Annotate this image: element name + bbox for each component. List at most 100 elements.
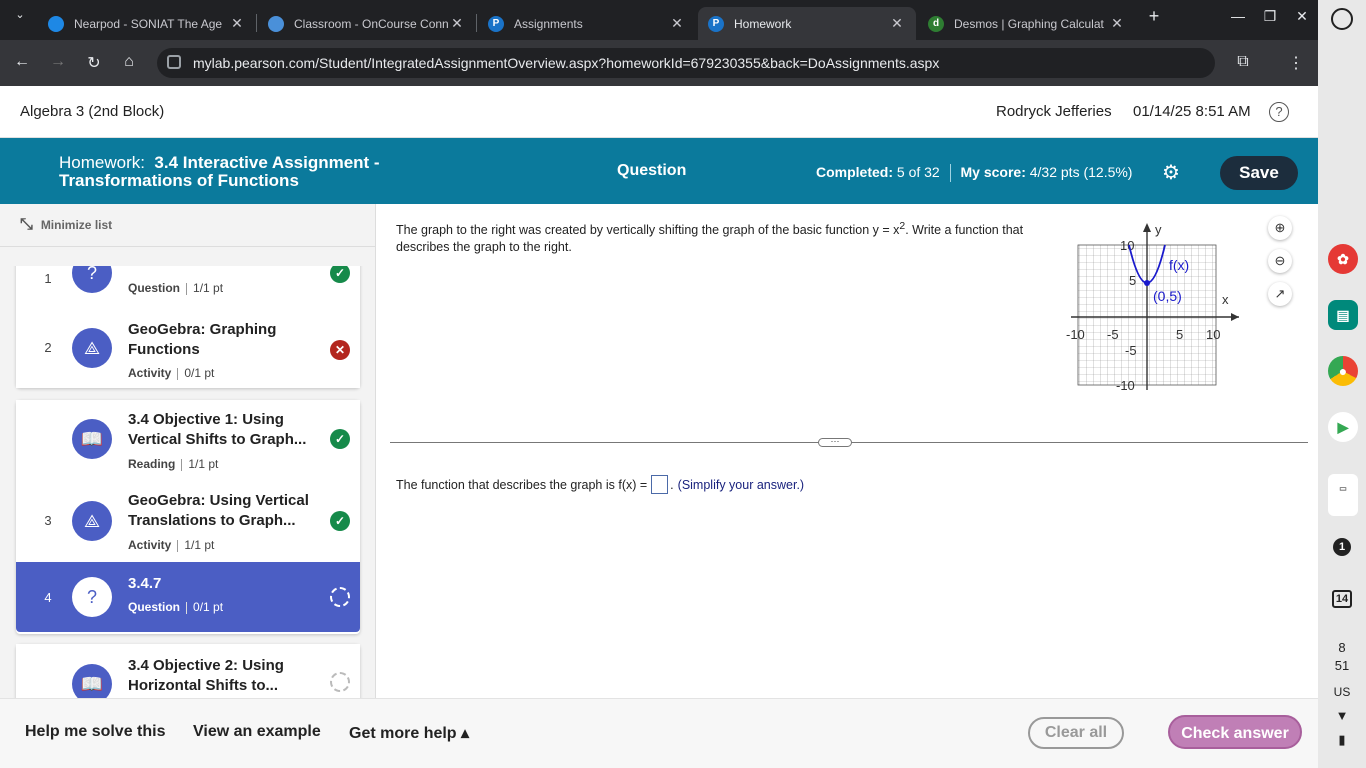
launcher-icon[interactable] <box>1331 8 1353 30</box>
classroom-app-icon[interactable]: ▤ <box>1328 300 1358 330</box>
answer-period: . <box>670 477 674 492</box>
tab-4[interactable]: P Homework ✕ <box>698 7 916 40</box>
new-tab-icon[interactable]: + <box>1142 6 1166 27</box>
desmos-icon: d <box>928 15 944 32</box>
settings-gear-icon[interactable]: ⚙ <box>1162 160 1180 185</box>
homework-prefix: Homework: <box>59 153 145 172</box>
list-item-2[interactable]: 2 ⟁ GeoGebra: Graphing Functions Activit… <box>16 308 360 388</box>
list-item-3[interactable]: 3 ⟁ GeoGebra: Using Vertical Translation… <box>16 481 360 561</box>
play-store-icon[interactable]: ▶ <box>1328 412 1358 442</box>
list-item-1[interactable]: 1 ? Question 1/1 pt ✓ <box>16 266 360 307</box>
score-label: My score: <box>960 164 1026 180</box>
date-time: 01/14/25 8:51 AM <box>1133 103 1251 120</box>
item-number: 3 <box>44 513 52 528</box>
tab-3[interactable]: P Assignments ✕ <box>478 7 696 40</box>
item-meta: Question 0/1 pt <box>128 600 224 614</box>
get-more-help-button[interactable]: Get more help ▴ <box>349 723 469 743</box>
calendar-icon[interactable]: 14 <box>1318 590 1366 608</box>
help-icon[interactable]: ? <box>1269 102 1289 122</box>
tab-title: Nearpod - SONIAT The Age <box>74 16 223 31</box>
tab-1[interactable]: Nearpod - SONIAT The Age ✕ <box>38 7 256 40</box>
item-name: GeoGebra: Using Vertical Translations to… <box>128 492 309 529</box>
tab-search-icon[interactable]: ⌄ <box>8 8 32 21</box>
home-icon[interactable]: ⌂ <box>117 53 141 71</box>
tab-5[interactable]: d Desmos | Graphing Calculat ✕ <box>918 7 1136 40</box>
simplify-note: (Simplify your answer.) <box>677 477 805 492</box>
user-name: Rodryck Jefferies <box>996 103 1112 120</box>
forward-icon[interactable]: → <box>46 53 70 71</box>
completed-value: 5 of 32 <box>896 164 940 180</box>
item-meta: Question 1/1 pt <box>128 281 224 295</box>
item-number: 4 <box>44 590 52 605</box>
notification-badge[interactable]: 1 <box>1333 538 1351 556</box>
close-window-icon[interactable]: ✕ <box>1290 8 1314 25</box>
screen: ⌄ Nearpod - SONIAT The Age ✕ Classroom - O… <box>0 0 1366 768</box>
clear-all-button[interactable]: Clear all <box>1028 717 1124 749</box>
list-item-reading-1[interactable]: 📖 3.4 Objective 1: Using Vertical Shifts… <box>16 400 360 480</box>
y-tick-label: 5 <box>1129 273 1136 288</box>
tab-close-icon[interactable]: ✕ <box>888 15 906 32</box>
question-prompt: The graph to the right was created by ve… <box>396 221 1024 255</box>
address-bar[interactable]: mylab.pearson.com/Student/IntegratedAssi… <box>157 48 1215 78</box>
divider-handle[interactable]: ··· <box>818 437 852 447</box>
list-item-4-current[interactable]: 4 ? 3.4.7 Question 0/1 pt <box>16 562 360 632</box>
check-answer-button[interactable]: Check answer <box>1168 715 1302 749</box>
item-name: GeoGebra: Graphing Functions <box>128 321 277 358</box>
list-item-reading-2[interactable]: 📖 3.4 Objective 2: Using Horizontal Shif… <box>16 644 360 698</box>
locale-indicator[interactable]: US <box>1318 685 1366 699</box>
app-icon-red[interactable]: ✿ <box>1328 244 1358 274</box>
wifi-icon[interactable]: ▼ <box>1318 708 1366 723</box>
curve-label: f(x) <box>1169 257 1189 273</box>
zoom-out-icon[interactable]: ⊖ <box>1268 249 1292 273</box>
answer-input[interactable] <box>651 475 669 494</box>
y-tick-label: -10 <box>1116 378 1135 393</box>
completed-label: Completed: <box>816 164 893 180</box>
restore-window-icon[interactable]: ❐ <box>1258 8 1282 25</box>
minimize-list-button[interactable]: ⤡ Minimize list <box>20 216 112 234</box>
view-example-button[interactable]: View an example <box>193 723 321 741</box>
y-tick-label: 10 <box>1120 238 1134 253</box>
tab-title: Desmos | Graphing Calculat <box>954 16 1104 31</box>
tab-close-icon[interactable]: ✕ <box>668 15 686 32</box>
browser-tab-bar: ⌄ Nearpod - SONIAT The Age ✕ Classroom - O… <box>0 0 1318 40</box>
popout-icon[interactable]: ↗ <box>1268 282 1292 306</box>
correct-check-icon: ✓ <box>330 429 350 449</box>
reload-icon[interactable]: ↻ <box>82 53 106 73</box>
tab-close-icon[interactable]: ✕ <box>228 15 246 32</box>
extensions-icon[interactable]: ⧉ <box>1231 53 1255 71</box>
nearpod-icon <box>48 15 64 32</box>
item-meta: Activity 0/1 pt <box>128 366 215 380</box>
course-name: Algebra 3 (2nd Block) <box>20 103 165 120</box>
back-icon[interactable]: ← <box>10 53 34 71</box>
tab-close-icon[interactable]: ✕ <box>1108 15 1126 32</box>
save-button[interactable]: Save <box>1220 156 1298 190</box>
help-me-solve-button[interactable]: Help me solve this <box>25 723 166 741</box>
tab-title: Classroom - OnCourse Conn <box>294 16 448 31</box>
clock-hour: 8 <box>1338 640 1346 655</box>
window-thumbnail-icon[interactable]: ▭ <box>1328 474 1358 516</box>
incorrect-x-icon: ✕ <box>330 340 350 360</box>
shapes-icon: ⟁ <box>72 501 112 541</box>
browser-toolbar: ← → ↻ ⌂ mylab.pearson.com/Student/Integr… <box>0 40 1318 86</box>
battery-icon[interactable]: ▮ <box>1318 732 1366 748</box>
answer-line: The function that describes the graph is… <box>396 475 804 494</box>
tab-title: Assignments <box>514 16 583 31</box>
assignment-list[interactable]: 1 ? Question 1/1 pt ✓ 2 ⟁ GeoGebra: Graph… <box>0 266 375 698</box>
tab-close-icon[interactable]: ✕ <box>448 15 466 32</box>
item-name: 3.4 Objective 1: Using Vertical Shifts t… <box>128 411 307 448</box>
progress-summary: Completed: 5 of 32 My score: 4/32 pts (1… <box>816 164 1132 183</box>
zoom-in-icon[interactable]: ⊕ <box>1268 216 1292 240</box>
chrome-icon[interactable]: ● <box>1328 356 1358 386</box>
vertex-label: (0,5) <box>1153 288 1182 304</box>
answer-prompt: The function that describes the graph is… <box>396 477 648 492</box>
item-number: 1 <box>44 271 52 286</box>
tab-2[interactable]: Classroom - OnCourse Conn ✕ <box>258 7 476 40</box>
minimize-window-icon[interactable]: — <box>1226 8 1250 24</box>
tab-title: Homework <box>734 16 792 31</box>
url-text: mylab.pearson.com/Student/IntegratedAssi… <box>193 55 940 71</box>
site-info-icon[interactable] <box>167 55 181 69</box>
browser-menu-icon[interactable]: ⋮ <box>1284 53 1308 73</box>
not-started-dashed-icon <box>330 672 350 692</box>
question-panel: The graph to the right was created by ve… <box>377 204 1318 698</box>
question-gear-icon: ? <box>72 577 112 617</box>
